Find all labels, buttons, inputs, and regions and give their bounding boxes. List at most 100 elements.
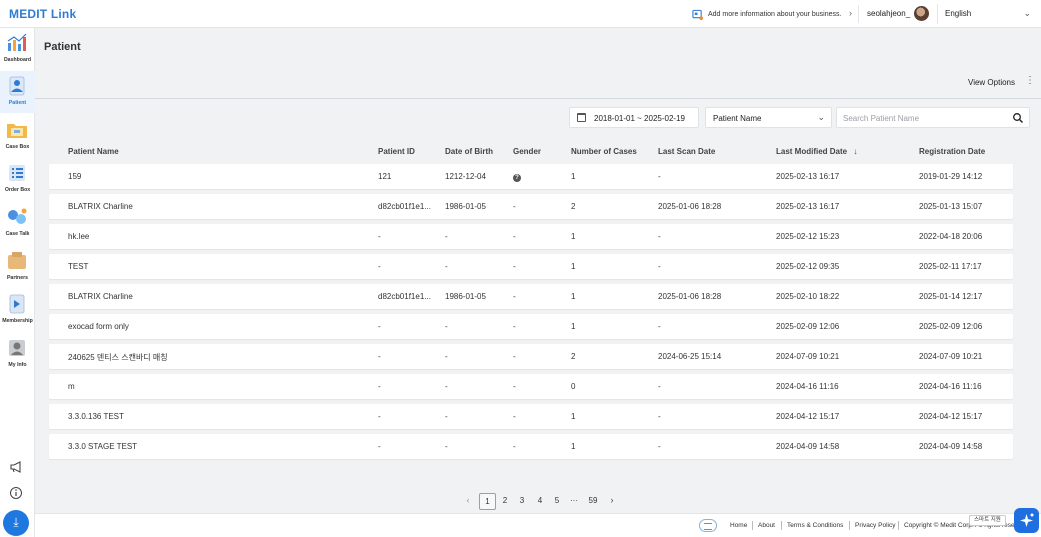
table-row[interactable]: m - - - 0 - 2024-04-16 11:16 2024-04-16 …: [49, 374, 1013, 399]
case-box-icon: [7, 124, 27, 138]
membership-icon: [9, 294, 25, 314]
pagination-page-5[interactable]: 5: [549, 493, 565, 510]
more-options-icon[interactable]: ⋮: [1025, 76, 1035, 86]
table-row[interactable]: 240625 덴티스 스캔바디 매칭 - - - 2 2024-06-25 15…: [49, 344, 1013, 369]
column-header-last-modified-date[interactable]: Last Modified Date ↓: [776, 147, 857, 156]
cell-date-of-birth: -: [445, 322, 448, 331]
dashboard-icon: [7, 33, 27, 51]
language-select[interactable]: English ⌄: [937, 4, 1037, 24]
pagination-page-3[interactable]: 3: [514, 493, 530, 510]
chevron-down-icon: ⌄: [817, 112, 825, 122]
cell-date-of-birth: -: [445, 232, 448, 241]
date-range-picker[interactable]: 2018-01-01 ~ 2025-02-19: [569, 107, 699, 128]
sidebar-item-membership[interactable]: Membership: [0, 289, 35, 331]
table-row[interactable]: BLATRIX Charline d82cb01f1e1... 1986-01-…: [49, 284, 1013, 309]
sidebar-item-label: Order Box: [4, 187, 31, 193]
cell-last-scan-date: 2025-01-06 18:28: [658, 202, 722, 211]
cell-patient-id: d82cb01f1e1...: [378, 292, 431, 301]
sidebar-item-label: Case Box: [5, 144, 30, 150]
sidebar-item-label: Partners: [6, 275, 29, 281]
column-header-last-scan-date[interactable]: Last Scan Date: [658, 147, 715, 156]
footer-link-home[interactable]: Home: [730, 522, 747, 529]
column-header-patient-id[interactable]: Patient ID: [378, 147, 415, 156]
search-icon[interactable]: [1012, 112, 1024, 124]
column-header-number-of-cases[interactable]: Number of Cases: [571, 147, 637, 156]
column-header-label: Last Modified Date: [776, 147, 848, 156]
sidebar-item-my-info[interactable]: My Info: [0, 333, 35, 375]
footer-separator: [849, 521, 850, 530]
cell-date-of-birth: -: [445, 442, 448, 451]
table-row[interactable]: BLATRIX Charline d82cb01f1e1... 1986-01-…: [49, 194, 1013, 219]
cell-registration-date: 2024-04-16 11:16: [919, 382, 982, 391]
pagination-last-page[interactable]: 59: [584, 493, 602, 510]
cell-gender: -: [513, 202, 516, 211]
app-logo[interactable]: MEDIT Link: [9, 7, 76, 21]
sidebar-item-case-talk[interactable]: Case Talk: [0, 202, 35, 244]
pagination-next[interactable]: ›: [605, 493, 619, 510]
cell-patient-id: -: [378, 232, 381, 241]
order-box-icon: [9, 165, 25, 181]
sidebar-item-order-box[interactable]: Order Box: [0, 158, 35, 200]
business-info-text: Add more information about your business…: [708, 10, 842, 18]
cell-registration-date: 2025-01-14 12:17: [919, 292, 983, 301]
column-header-registration-date[interactable]: Registration Date: [919, 147, 985, 156]
table-row[interactable]: hk.lee - - - 1 - 2025-02-12 15:23 2022-0…: [49, 224, 1013, 249]
sidebar-item-label: Membership: [2, 318, 33, 324]
cell-patient-name: exocad form only: [68, 322, 129, 331]
smart-support-button[interactable]: [1014, 508, 1039, 533]
table-row[interactable]: exocad form only - - - 1 - 2025-02-09 12…: [49, 314, 1013, 339]
pagination-ellipsis[interactable]: ···: [566, 493, 582, 510]
cell-patient-name: 3.3.0.136 TEST: [68, 412, 124, 421]
sidebar-item-label: Dashboard: [3, 57, 32, 63]
patient-icon: [9, 76, 25, 96]
footer-link-about[interactable]: About: [758, 522, 775, 529]
search-input[interactable]: [843, 112, 1003, 125]
footer-separator: [752, 521, 753, 530]
sidebar-item-case-box[interactable]: Case Box: [0, 115, 35, 157]
chevron-right-icon: ›: [849, 8, 852, 18]
avatar[interactable]: [914, 6, 929, 21]
cell-last-scan-date: 2025-01-06 18:28: [658, 292, 722, 301]
menu-icon[interactable]: [699, 519, 717, 532]
pagination-page-2[interactable]: 2: [497, 493, 513, 510]
cell-last-modified-date: 2025-02-12 15:23: [776, 232, 840, 241]
cell-number-of-cases: 1: [571, 412, 576, 421]
cell-last-scan-date: -: [658, 232, 661, 241]
cell-last-scan-date: -: [658, 412, 661, 421]
cell-number-of-cases: 2: [571, 202, 576, 211]
cell-last-scan-date: -: [658, 442, 661, 451]
search-field-select[interactable]: Patient Name ⌄: [705, 107, 832, 128]
username[interactable]: seolahjeon_: [867, 9, 910, 18]
table-row[interactable]: TEST - - - 1 - 2025-02-12 09:35 2025-02-…: [49, 254, 1013, 279]
column-header-patient-name[interactable]: Patient Name: [68, 147, 119, 156]
page-title: Patient: [44, 41, 81, 53]
view-options-button[interactable]: View Options: [968, 78, 1015, 87]
table-row[interactable]: 3.3.0.136 TEST - - - 1 - 2024-04-12 15:1…: [49, 404, 1013, 429]
pagination-prev[interactable]: ‹: [462, 493, 474, 510]
cell-number-of-cases: 0: [571, 382, 576, 391]
info-icon[interactable]: [9, 486, 23, 500]
cell-last-scan-date: -: [658, 262, 661, 271]
footer-link-privacy[interactable]: Privacy Policy: [855, 522, 895, 529]
cell-gender: -: [513, 352, 516, 361]
sidebar-item-dashboard[interactable]: Dashboard: [0, 28, 35, 70]
cell-patient-id: -: [378, 352, 381, 361]
cell-patient-id: -: [378, 382, 381, 391]
pagination-page-4[interactable]: 4: [532, 493, 548, 510]
table-row[interactable]: 3.3.0 STAGE TEST - - - 1 - 2024-04-09 14…: [49, 434, 1013, 459]
cell-patient-name: 240625 덴티스 스캔바디 매칭: [68, 353, 168, 362]
business-info-banner[interactable]: Add more information about your business…: [686, 5, 859, 23]
megaphone-icon[interactable]: [9, 460, 23, 474]
top-bar: MEDIT Link Add more information about yo…: [0, 0, 1041, 28]
column-header-gender[interactable]: Gender: [513, 147, 541, 156]
download-button[interactable]: ⤓: [3, 510, 29, 536]
cell-patient-id: -: [378, 412, 381, 421]
sidebar-item-patient[interactable]: Patient: [0, 71, 35, 113]
pagination-page-1[interactable]: 1: [479, 493, 496, 510]
column-header-date-of-birth[interactable]: Date of Birth: [445, 147, 493, 156]
sidebar-item-partners[interactable]: Partners: [0, 246, 35, 288]
table-row[interactable]: 159 121 1212-12-04 ? 1 - 2025-02-13 16:1…: [49, 164, 1013, 189]
footer-link-terms[interactable]: Terms & Conditions: [787, 522, 843, 529]
cell-last-modified-date: 2024-04-12 15:17: [776, 412, 840, 421]
cell-registration-date: 2024-04-12 15:17: [919, 412, 983, 421]
